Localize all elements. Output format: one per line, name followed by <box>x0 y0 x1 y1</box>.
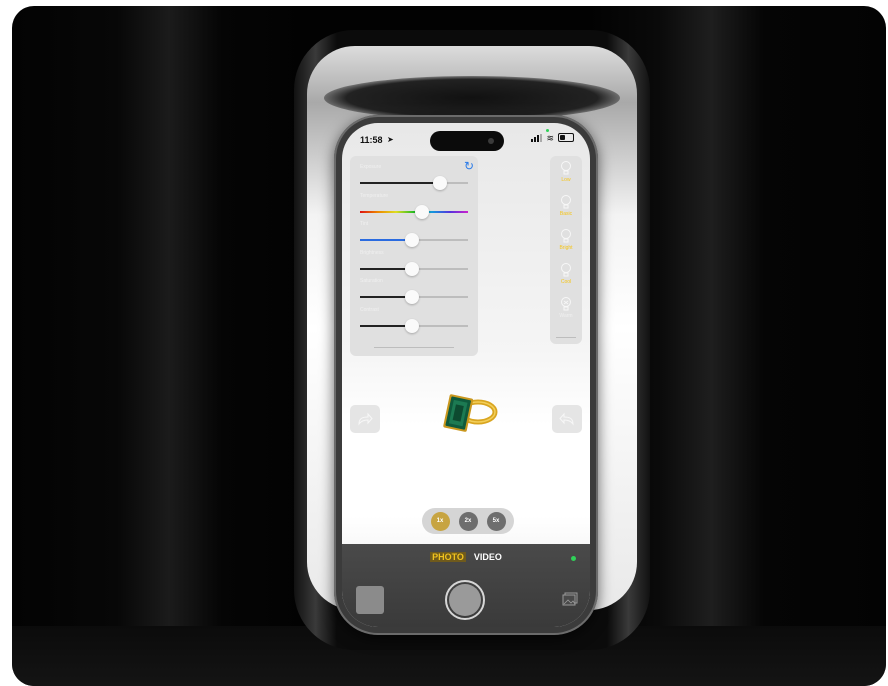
mode-switcher: PHOTO VIDEO <box>342 552 590 562</box>
zoom-selector: 1x 2x 5x <box>422 508 514 534</box>
lighting-label: Cool <box>560 279 572 285</box>
lighting-presets-panel: Low Basic Bright Cool Warm <box>550 156 582 344</box>
dynamic-island <box>430 131 504 151</box>
slider-track[interactable] <box>360 290 468 304</box>
slider-knob[interactable] <box>404 290 419 304</box>
slider-contrast: Contrast <box>360 307 468 337</box>
lighting-label: Low <box>561 177 571 183</box>
lighting-preset-bright[interactable]: Bright <box>550 228 582 251</box>
slider-saturation: Saturation <box>360 278 468 308</box>
slider-label: Brightness <box>360 249 384 256</box>
lighting-preset-low[interactable]: Low <box>550 160 582 183</box>
slider-label: Tint <box>360 221 369 227</box>
slider-label: Temperature <box>360 192 389 199</box>
slider-track[interactable] <box>360 233 468 247</box>
shutter-button[interactable] <box>445 580 485 620</box>
bulb-icon <box>561 161 571 175</box>
slider-label: Contrast <box>360 306 379 313</box>
slider-track[interactable] <box>360 176 468 190</box>
slider-tint: Tint <box>360 221 468 251</box>
bulb-icon <box>561 297 571 311</box>
mode-photo[interactable]: PHOTO <box>430 552 466 562</box>
battery-icon <box>558 133 574 142</box>
holder-top-shadow <box>324 76 620 120</box>
redo-arrow-icon <box>358 412 373 426</box>
signal-icon <box>531 133 543 142</box>
slider-label: Exposure <box>360 164 382 170</box>
lighting-preset-basic[interactable]: Basic <box>550 194 582 217</box>
smartphone: 11:58 ➤ ≋ ↻ Exposure Temperature Tint Brigh… <box>334 115 598 635</box>
undo-arrow-icon <box>559 412 574 426</box>
slider-track[interactable] <box>360 261 468 276</box>
zoom-2x-button[interactable]: 2x <box>458 511 478 531</box>
lighting-label: Warm <box>559 313 573 319</box>
slider-track[interactable] <box>360 204 468 219</box>
status-time: 11:58 <box>360 135 383 145</box>
undo-button[interactable] <box>552 405 582 433</box>
slider-label: Saturation <box>360 278 383 284</box>
slider-brightness: Brightness <box>360 250 468 280</box>
lighting-label: Basic <box>559 211 573 217</box>
wifi-icon: ≋ <box>546 132 554 143</box>
slider-knob[interactable] <box>432 176 447 190</box>
slider-knob[interactable] <box>414 204 429 219</box>
panel-grip[interactable] <box>374 347 454 348</box>
slider-knob[interactable] <box>404 261 419 276</box>
bulb-icon <box>561 229 571 243</box>
slider-track[interactable] <box>360 318 468 333</box>
camera-indicator-dot <box>546 129 549 132</box>
lighting-preset-cool[interactable]: Cool <box>550 262 582 285</box>
shutter-inner <box>449 584 481 616</box>
recording-indicator <box>571 556 576 561</box>
location-arrow-icon: ➤ <box>387 135 394 144</box>
last-photo-thumbnail[interactable] <box>356 586 384 614</box>
front-camera <box>488 138 494 144</box>
lighting-label: Bright <box>559 245 573 251</box>
mode-video[interactable]: VIDEO <box>474 552 502 562</box>
bulb-icon <box>561 195 571 209</box>
adjustments-panel: ↻ Exposure Temperature Tint Brightness Satur… <box>350 156 478 356</box>
redo-button[interactable] <box>350 405 380 433</box>
slider-temperature: Temperature <box>360 193 468 223</box>
panel-grip[interactable] <box>556 337 576 338</box>
slider-knob[interactable] <box>404 318 419 333</box>
emerald-ring-subject <box>443 394 498 432</box>
camera-controls: PHOTO VIDEO <box>342 544 590 627</box>
status-icons: ≋ <box>531 133 574 142</box>
zoom-5x-button[interactable]: 5x <box>486 511 506 531</box>
status-bar: 11:58 ➤ ≋ <box>342 123 590 153</box>
gallery-icon[interactable] <box>562 592 578 606</box>
slider-exposure: Exposure <box>360 164 468 194</box>
lighting-preset-warm[interactable]: Warm <box>550 296 582 319</box>
bulb-icon <box>561 263 571 277</box>
zoom-1x-button[interactable]: 1x <box>430 511 450 531</box>
camera-app-screen: 11:58 ➤ ≋ ↻ Exposure Temperature Tint Brigh… <box>342 123 590 627</box>
slider-knob[interactable] <box>404 233 419 247</box>
